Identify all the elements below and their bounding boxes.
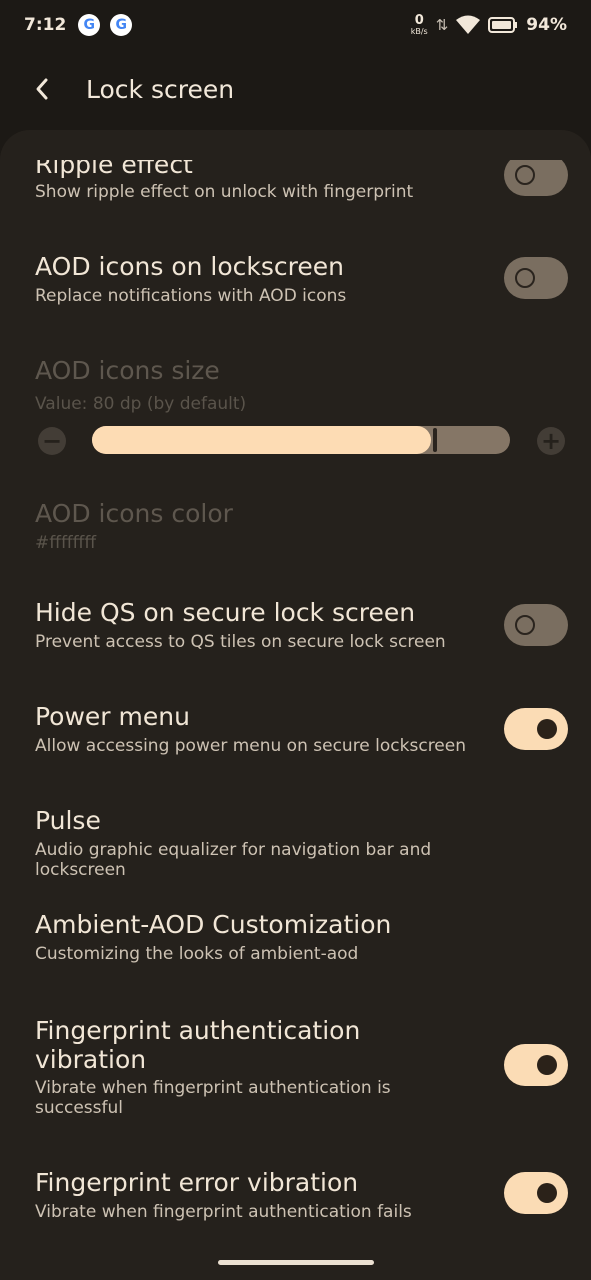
pref-title: AOD icons size bbox=[35, 356, 220, 385]
toggle-thumb bbox=[537, 719, 557, 739]
pref-title: Power menu bbox=[35, 702, 190, 731]
fingerprint-auth-vibration-toggle[interactable] bbox=[504, 1044, 568, 1086]
slider-track bbox=[92, 426, 510, 454]
toggle-thumb bbox=[515, 615, 535, 635]
slider-fill bbox=[92, 426, 431, 454]
status-bar: 7:12 G G 0 kB/s ⇅ 94% bbox=[0, 0, 591, 50]
pref-power-menu[interactable]: Power menu Allow accessing power menu on… bbox=[0, 684, 591, 788]
toggle-thumb bbox=[537, 1055, 557, 1075]
pref-title: AOD icons on lockscreen bbox=[35, 252, 344, 281]
pref-hide-qs[interactable]: Hide QS on secure lock screen Prevent ac… bbox=[0, 580, 591, 684]
aod-icons-size-slider: − + bbox=[0, 420, 591, 460]
data-activity-icon: ⇅ bbox=[435, 16, 449, 34]
pref-summary: Show ripple effect on unlock with finger… bbox=[35, 182, 414, 202]
slider-handle bbox=[433, 428, 437, 452]
fingerprint-error-vibration-toggle[interactable] bbox=[504, 1172, 568, 1214]
pref-summary: Vibrate when fingerprint authentication … bbox=[35, 1078, 391, 1118]
battery-icon bbox=[488, 17, 518, 33]
pref-pulse[interactable]: Pulse Audio graphic equalizer for naviga… bbox=[0, 788, 591, 892]
wifi-icon bbox=[456, 15, 481, 35]
battery-percent: 94% bbox=[526, 15, 567, 35]
minus-icon: − bbox=[38, 427, 66, 455]
pref-summary: Customizing the looks of ambient-aod bbox=[35, 944, 359, 964]
pref-summary: Audio graphic equalizer for navigation b… bbox=[35, 840, 432, 880]
plus-icon: + bbox=[537, 427, 565, 455]
google-icon: G bbox=[78, 14, 101, 36]
pref-title: AOD icons color bbox=[35, 499, 233, 528]
pref-summary: Vibrate when fingerprint authentication … bbox=[35, 1202, 412, 1222]
pref-aod-icons[interactable]: AOD icons on lockscreen Replace notifica… bbox=[0, 230, 591, 330]
pref-summary: Prevent access to QS tiles on secure loc… bbox=[35, 632, 446, 652]
pref-summary: Allow accessing power menu on secure loc… bbox=[35, 736, 467, 756]
settings-list[interactable]: Ripple effect Show ripple effect on unlo… bbox=[0, 130, 591, 1280]
pref-summary: #ffffffff bbox=[35, 533, 97, 553]
scroll-fade bbox=[0, 130, 591, 160]
home-indicator[interactable] bbox=[218, 1260, 374, 1265]
pref-title: Hide QS on secure lock screen bbox=[35, 598, 416, 627]
pref-aod-icons-color: AOD icons color #ffffffff bbox=[0, 480, 591, 580]
pref-title: Pulse bbox=[35, 806, 101, 835]
google-icon: G bbox=[110, 14, 133, 36]
status-time: 7:12 bbox=[24, 15, 67, 35]
network-speed-value: 0 bbox=[414, 12, 424, 28]
network-speed-indicator: 0 kB/s bbox=[410, 12, 428, 36]
pref-title: Fingerprint error vibration bbox=[35, 1168, 359, 1197]
power-menu-toggle[interactable] bbox=[504, 708, 568, 750]
pref-ambient-aod[interactable]: Ambient-AOD Customization Customizing th… bbox=[0, 892, 591, 996]
toggle-thumb bbox=[515, 268, 535, 288]
toggle-thumb bbox=[515, 165, 535, 185]
page-title: Lock screen bbox=[86, 74, 235, 104]
aod-icons-toggle[interactable] bbox=[504, 257, 568, 299]
pref-summary: Value: 80 dp (by default) bbox=[35, 394, 247, 414]
pref-title: Fingerprint authentication vibration bbox=[35, 1016, 361, 1074]
network-speed-unit: kB/s bbox=[410, 26, 428, 36]
back-arrow-icon[interactable] bbox=[22, 69, 62, 109]
app-bar: Lock screen bbox=[0, 58, 591, 120]
toggle-thumb bbox=[537, 1183, 557, 1203]
pref-summary: Replace notifications with AOD icons bbox=[35, 286, 347, 306]
ripple-effect-toggle[interactable] bbox=[504, 154, 568, 196]
hide-qs-toggle[interactable] bbox=[504, 604, 568, 646]
pref-fingerprint-auth-vibration[interactable]: Fingerprint authentication vibration Vib… bbox=[0, 996, 591, 1150]
pref-title: Ambient-AOD Customization bbox=[35, 910, 392, 939]
pref-fingerprint-error-vibration[interactable]: Fingerprint error vibration Vibrate when… bbox=[0, 1150, 591, 1260]
